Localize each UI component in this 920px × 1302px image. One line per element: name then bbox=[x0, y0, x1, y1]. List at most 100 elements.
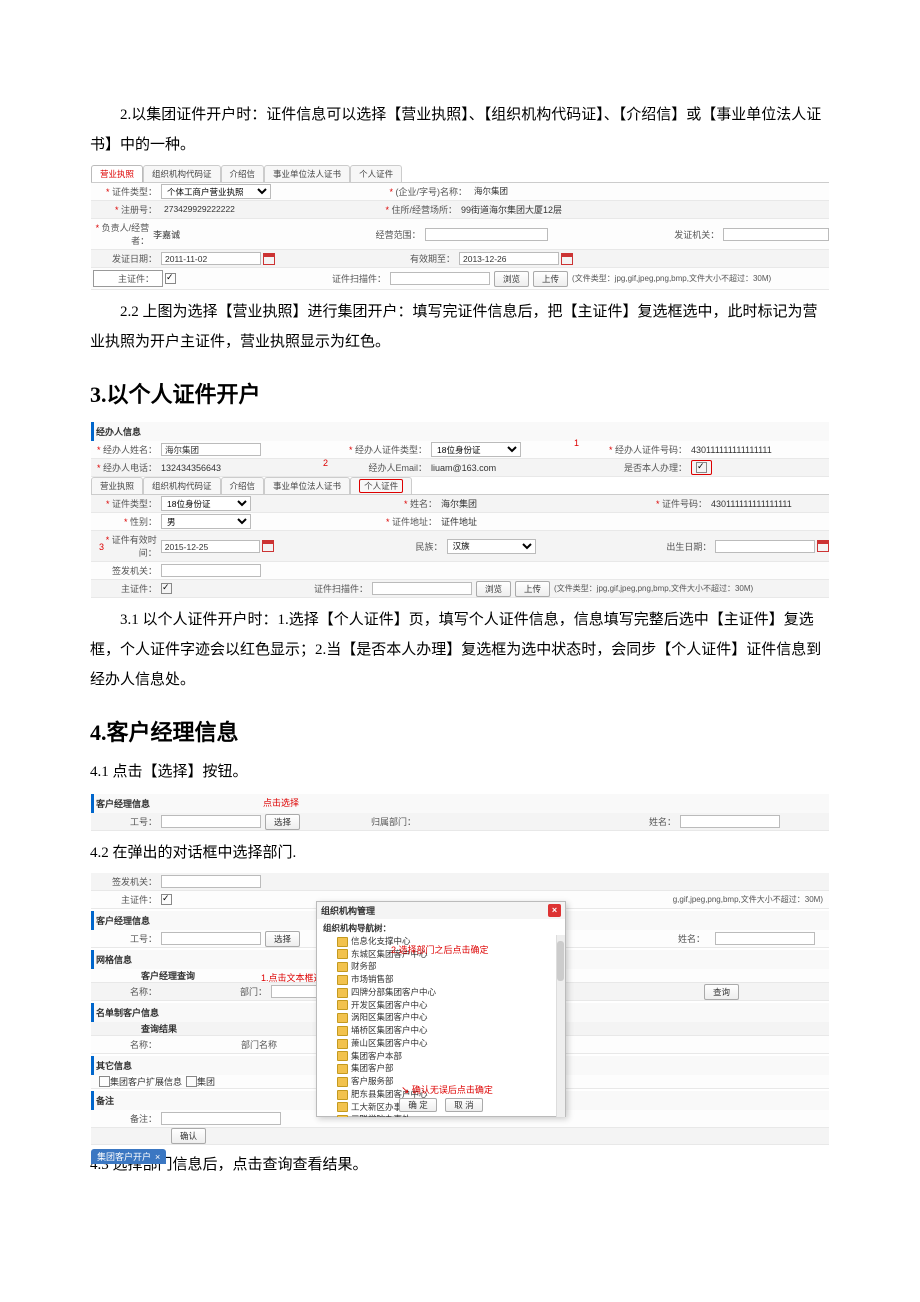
lbl-handler-name: 经办人姓名： bbox=[91, 441, 161, 458]
val-handler-cert-no: 430111111111111111 bbox=[691, 445, 772, 455]
inp-issue-date[interactable]: 2011-11-02 bbox=[161, 252, 261, 265]
tab-org-code[interactable]: 组织机构代码证 bbox=[143, 165, 221, 182]
screenshot-personal-cert: 经办人信息 经办人姓名： 海尔集团 经办人证件类型： 18位身份证 经办人证件号… bbox=[90, 419, 830, 599]
tab-personal-cert[interactable]: 个人证件 bbox=[350, 165, 402, 182]
sel-cert-type[interactable]: 个体工商户营业执照 bbox=[161, 184, 271, 199]
chk-grp[interactable] bbox=[186, 1076, 197, 1087]
para-4-1: 4.1 点击【选择】按钮。 bbox=[90, 757, 830, 787]
tab-business-license[interactable]: 营业执照 bbox=[91, 165, 143, 182]
calendar-icon[interactable] bbox=[817, 540, 829, 552]
inp-issuer2[interactable] bbox=[161, 564, 261, 577]
inp-birth[interactable] bbox=[715, 540, 815, 553]
lbl-issue-date: 发证日期： bbox=[91, 250, 161, 267]
chk-self-handle[interactable] bbox=[696, 462, 707, 473]
inp-valid-time[interactable]: 2015-12-25 bbox=[161, 540, 261, 553]
sel-gender[interactable]: 男 bbox=[161, 514, 251, 529]
lbl-address: 住所/经营场所： bbox=[261, 201, 461, 218]
calendar-icon[interactable] bbox=[263, 253, 275, 265]
inp-scope[interactable] bbox=[425, 228, 548, 241]
anno-click-select: 点击选择 bbox=[263, 796, 299, 809]
para-2-intro: 2.以集团证件开户时：证件信息可以选择【营业执照】、【组织机构代码证】、【介绍信… bbox=[90, 100, 830, 160]
tab-institution-cert[interactable]: 事业单位法人证书 bbox=[264, 165, 350, 182]
btn-select[interactable]: 选择 bbox=[265, 814, 300, 830]
close-icon[interactable]: × bbox=[155, 1152, 160, 1162]
inp-bz[interactable] bbox=[161, 1112, 281, 1125]
btn-confirm[interactable]: 确认 bbox=[171, 1128, 206, 1144]
calendar-icon[interactable] bbox=[262, 540, 274, 552]
btn-upload[interactable]: 上传 bbox=[533, 271, 568, 287]
scrollbar[interactable] bbox=[556, 935, 565, 1117]
tree-node[interactable]: 市场销售部 bbox=[323, 973, 559, 986]
val-handler-email: liuam@163.com bbox=[431, 463, 521, 473]
lbl-cert-type: 证件类型： bbox=[91, 183, 161, 200]
btn-dialog-cancel[interactable]: 取 消 bbox=[445, 1098, 482, 1112]
close-icon[interactable]: × bbox=[548, 904, 561, 917]
btn-upload2[interactable]: 上传 bbox=[515, 581, 550, 597]
btn-browse2[interactable]: 浏览 bbox=[476, 581, 511, 597]
section-manager: 客户经理信息 bbox=[91, 794, 829, 813]
tab-intro[interactable]: 介绍信 bbox=[221, 477, 265, 494]
tab-intro-letter[interactable]: 介绍信 bbox=[221, 165, 265, 182]
val-enterprise-name: 海尔集团 bbox=[471, 185, 791, 198]
lbl-name3: 姓名： bbox=[600, 813, 680, 830]
lbl-xm: 姓名： bbox=[639, 930, 709, 947]
lbl-operator: 负责人/经营者： bbox=[91, 219, 153, 249]
lbl-grp: 集团 bbox=[197, 1075, 215, 1088]
lbl-enterprise-name: (企业/字号)名称： bbox=[271, 183, 471, 200]
tree-node[interactable]: 集团客户本部 bbox=[323, 1050, 559, 1063]
tab-personal[interactable]: 个人证件 bbox=[350, 477, 412, 494]
sel-cert-type2[interactable]: 18位身份证 bbox=[161, 496, 251, 511]
lbl-issuer: 发证机关： bbox=[548, 226, 724, 243]
anno-1: 1 bbox=[574, 438, 579, 448]
tree-node[interactable]: 财务部 bbox=[323, 960, 559, 973]
inp-issuer[interactable] bbox=[723, 228, 829, 241]
tree-node[interactable]: 开发区集团客户中心 bbox=[323, 999, 559, 1012]
lbl-mc: 名称： bbox=[91, 983, 161, 1000]
sel-nation[interactable]: 汉族 bbox=[447, 539, 537, 554]
tree-node[interactable]: 萧山区集团客户中心 bbox=[323, 1037, 559, 1050]
chk-main-cert2[interactable] bbox=[161, 583, 172, 594]
tree-node[interactable]: 集团客户部 bbox=[323, 1062, 559, 1075]
chk-ext[interactable] bbox=[99, 1076, 110, 1087]
lbl-reg-no: 注册号： bbox=[91, 201, 161, 218]
tab-org-code[interactable]: 组织机构代码证 bbox=[143, 477, 221, 494]
chk-main-cert[interactable] bbox=[165, 273, 176, 284]
inp-gh[interactable] bbox=[161, 932, 261, 945]
inp-valid-until[interactable]: 2013-12-26 bbox=[459, 252, 559, 265]
lbl-handler-cert-type: 经办人证件类型： bbox=[261, 441, 431, 458]
inp-handler-name[interactable]: 海尔集团 bbox=[161, 443, 261, 456]
inp-bm[interactable] bbox=[271, 985, 321, 998]
tab-inst-cert[interactable]: 事业单位法人证书 bbox=[264, 477, 350, 494]
inp-scan[interactable] bbox=[390, 272, 490, 285]
tree-root-label: 组织机构导航树： bbox=[323, 922, 559, 935]
inp-xm[interactable] bbox=[715, 932, 815, 945]
file-hint3: g,gif,jpeg,png,bmp,文件大小不超过：30M) bbox=[673, 894, 823, 905]
btn-dialog-ok[interactable]: 确 定 bbox=[399, 1098, 436, 1112]
calendar-icon[interactable] bbox=[561, 253, 573, 265]
btn-browse[interactable]: 浏览 bbox=[494, 271, 529, 287]
inp-name3[interactable] bbox=[680, 815, 780, 828]
tab-group-open[interactable]: 集团客户开户× bbox=[91, 1149, 166, 1164]
lbl-mc2: 名称： bbox=[91, 1036, 161, 1053]
para-4-2: 4.2 在弹出的对话框中选择部门. bbox=[90, 838, 830, 868]
tree-node[interactable]: 埇桥区集团客户中心 bbox=[323, 1024, 559, 1037]
btn-sel4[interactable]: 选择 bbox=[265, 931, 300, 947]
inp-emp-id[interactable] bbox=[161, 815, 261, 828]
anno-2t: 2.选择部门之后点击确定 bbox=[391, 943, 489, 956]
anno-3t: ↘ 确认无误后点击确定 bbox=[401, 1083, 493, 1096]
chk-zz[interactable] bbox=[161, 894, 172, 905]
sub-mgrq: 客户经理查询 bbox=[141, 969, 195, 982]
val-cert-addr: 证件地址 bbox=[441, 515, 477, 528]
tree-node[interactable]: 四牌分部集团客户中心 bbox=[323, 986, 559, 999]
file-hint2: (文件类型：jpg,gif,jpeg,png,bmp,文件大小不超过：30M) bbox=[554, 583, 753, 594]
tab-biz-license[interactable]: 营业执照 bbox=[91, 477, 143, 494]
inp-scan2[interactable] bbox=[372, 582, 472, 595]
lbl-scan: 证件扫描件： bbox=[176, 270, 390, 287]
inp-fz[interactable] bbox=[161, 875, 261, 888]
sel-handler-cert-type[interactable]: 18位身份证 bbox=[431, 442, 521, 457]
lbl-issuer2: 签发机关： bbox=[91, 562, 161, 579]
lbl-handler-email: 经办人Email： bbox=[261, 459, 431, 476]
heading-4: 4.客户经理信息 bbox=[90, 715, 830, 747]
tree-node[interactable]: 涡阳区集团客户中心 bbox=[323, 1011, 559, 1024]
btn-query[interactable]: 查询 bbox=[704, 984, 739, 1000]
